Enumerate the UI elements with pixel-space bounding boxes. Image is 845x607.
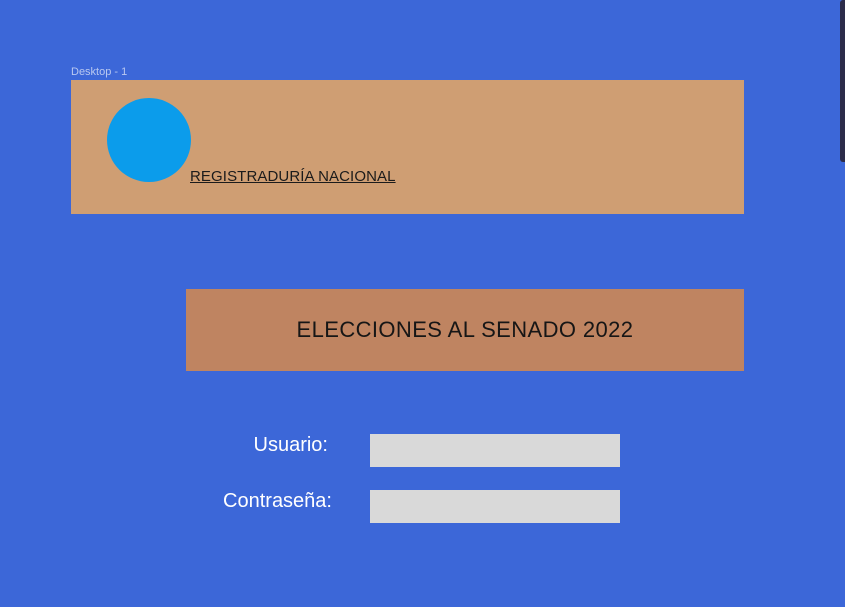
header-section: REGISTRADURÍA NACIONAL [71, 80, 744, 214]
password-input[interactable] [370, 490, 620, 523]
password-label: Contraseña: [223, 490, 332, 512]
title-banner: ELECCIONES AL SENADO 2022 [186, 289, 744, 371]
circle-logo-icon [107, 98, 191, 182]
vertical-scrollbar[interactable] [840, 0, 845, 162]
frame-label[interactable]: Desktop - 1 [71, 66, 127, 78]
username-label: Usuario: [253, 434, 328, 456]
page-title: ELECCIONES AL SENADO 2022 [296, 317, 634, 342]
username-input[interactable] [370, 434, 620, 467]
org-name-link[interactable]: REGISTRADURÍA NACIONAL [190, 168, 396, 185]
design-canvas: Desktop - 1 REGISTRADURÍA NACIONAL ELECC… [0, 0, 845, 607]
